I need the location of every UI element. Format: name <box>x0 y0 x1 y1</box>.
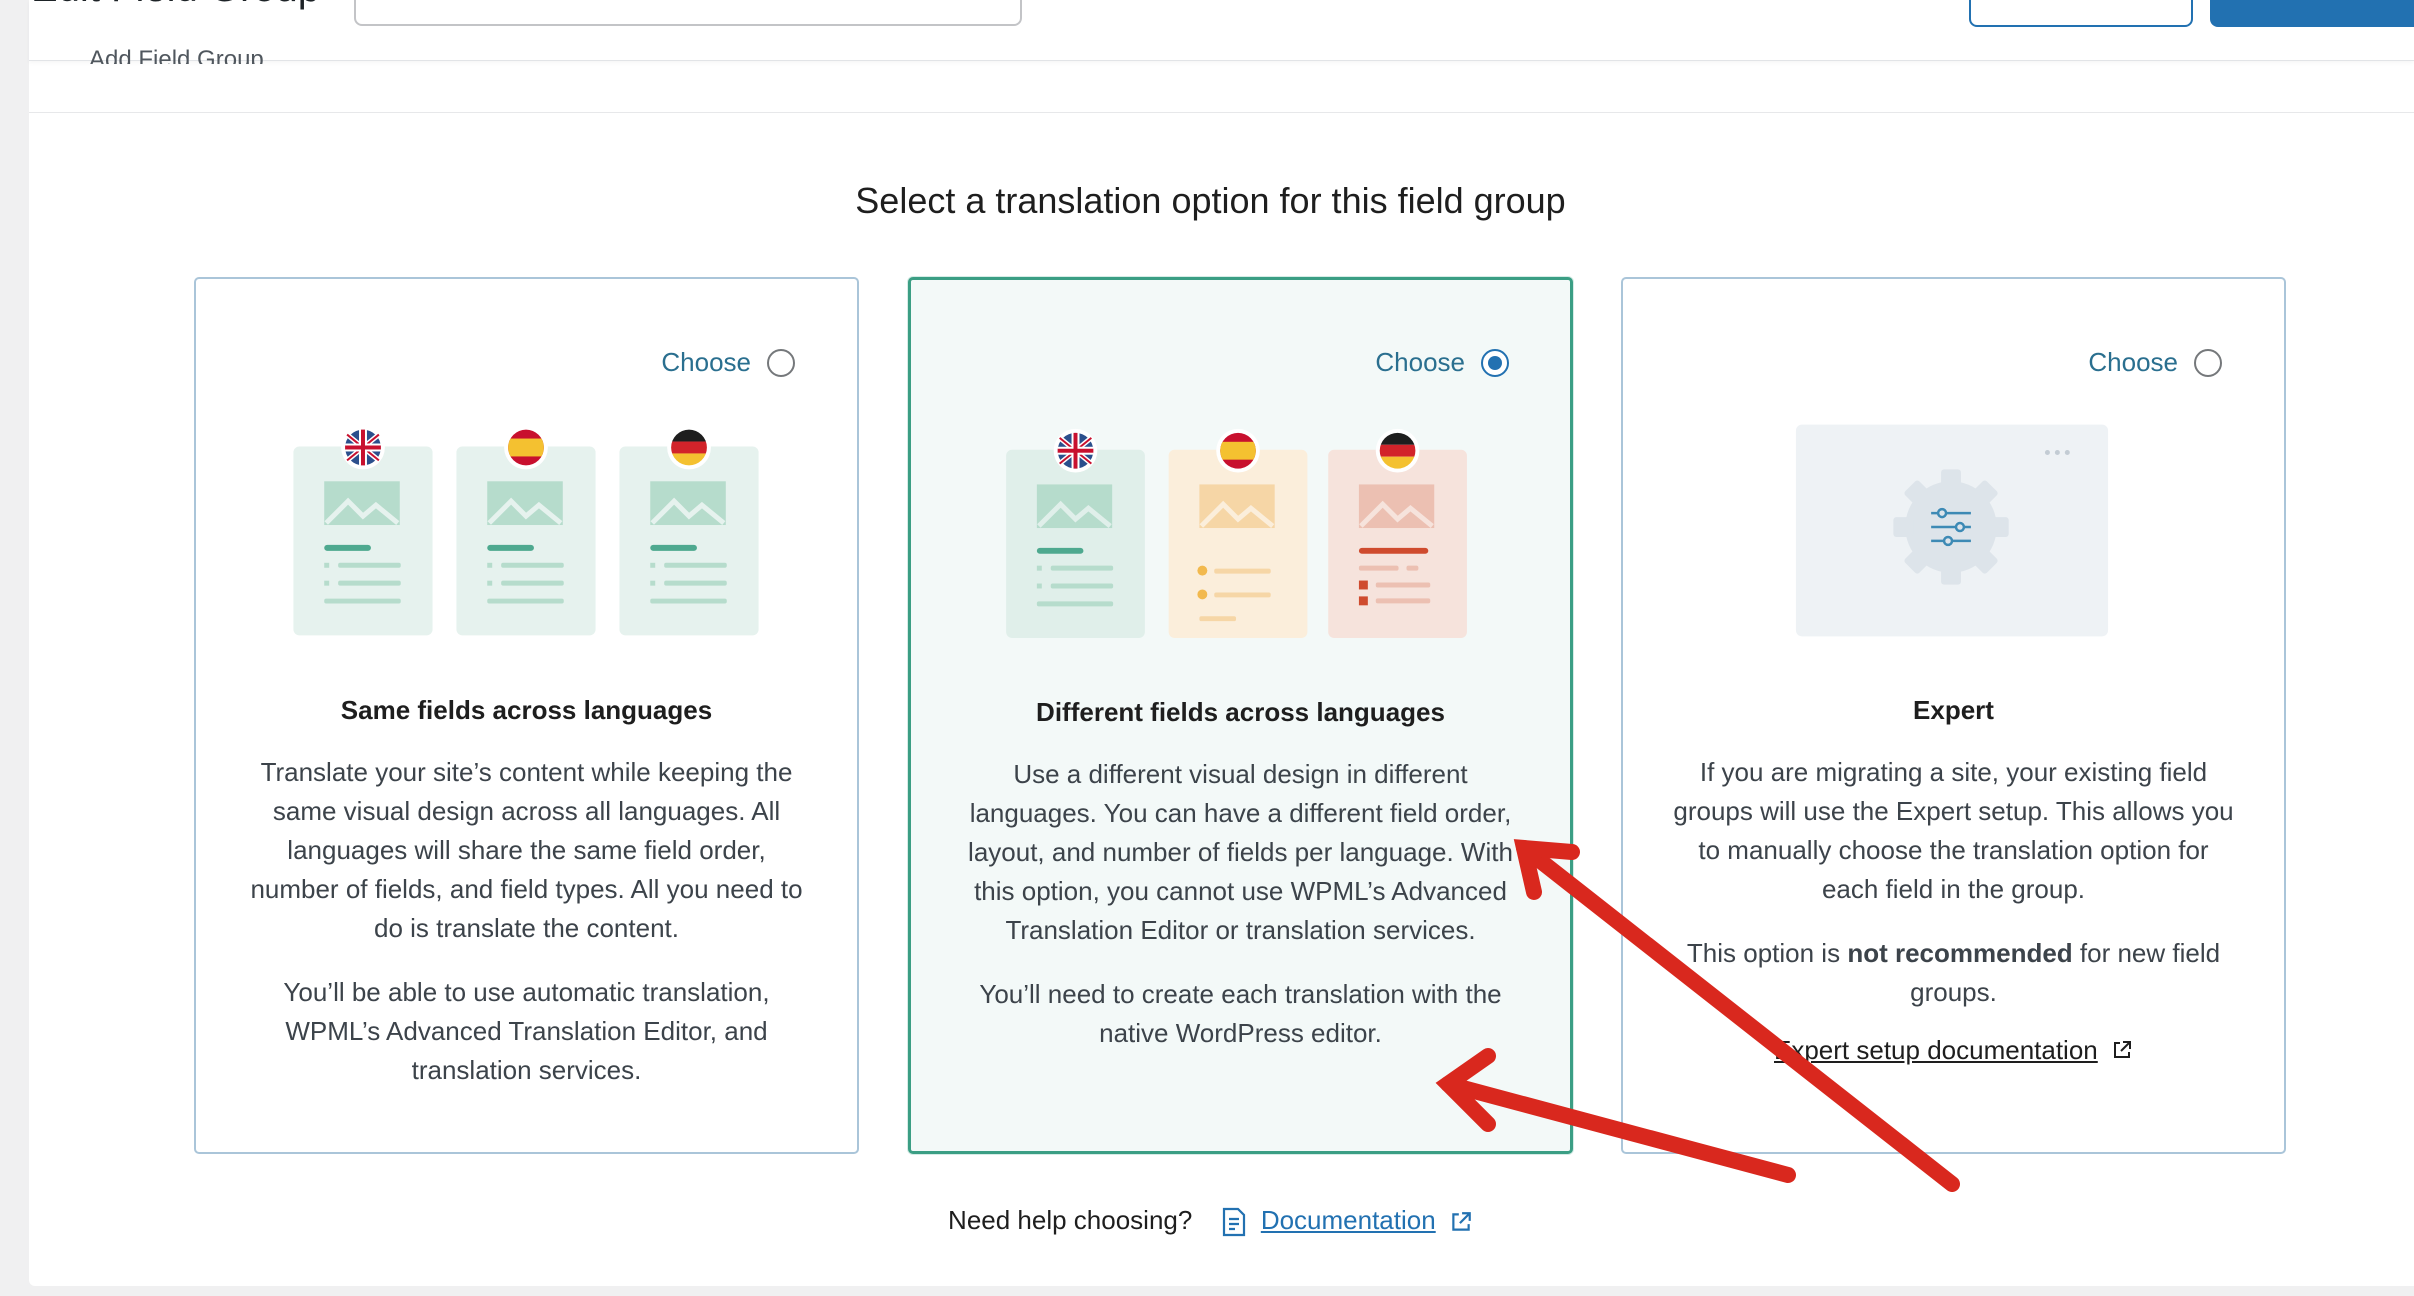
card-description: Translate your site’s content while keep… <box>246 753 807 1115</box>
card-title: Expert <box>1913 695 1994 725</box>
external-link-icon <box>1452 1212 1471 1231</box>
external-link-icon <box>2114 1041 2131 1058</box>
card-title: Same fields across languages <box>340 695 713 725</box>
radio-expert[interactable] <box>2194 348 2222 377</box>
card-paragraph: Translate your site’s content while keep… <box>250 757 803 943</box>
card-description: If you are migrating a site, your existi… <box>1673 753 2234 1095</box>
section-heading: Select a translation option for this fie… <box>855 180 1566 221</box>
option-card-expert[interactable]: Choose Expert If you are migrating a sit… <box>1621 277 2286 1154</box>
help-text: Need help choosing? <box>948 1205 1193 1235</box>
choose-label: Choose <box>2088 347 2178 377</box>
save-changes-button[interactable] <box>2210 0 2414 27</box>
documentation-link[interactable]: Documentation <box>1261 1205 1436 1235</box>
card-paragraph: If you are migrating a site, your existi… <box>1673 757 2234 904</box>
top-bar: Edit Field Group <box>29 0 2414 61</box>
card-description: Use a different visual design in differe… <box>959 755 1522 1078</box>
page-title: Edit Field Group <box>31 0 320 11</box>
choose-option[interactable]: Choose <box>2088 347 2222 378</box>
option-card-same-fields[interactable]: Choose Same fields across languages Tran… <box>194 277 859 1154</box>
card-note: This option is not recommended for new f… <box>1686 938 2221 1007</box>
field-group-title-input[interactable] <box>354 0 1022 26</box>
card-paragraph: Use a different visual design in differe… <box>968 759 1513 945</box>
card-paragraph: You’ll need to create each translation w… <box>979 979 1502 1048</box>
same-fields-illustration <box>293 425 759 636</box>
radio-same-fields[interactable] <box>767 348 795 377</box>
expert-setup-documentation-link[interactable]: Expert setup documentation <box>1774 1035 2098 1065</box>
gear-icon <box>1893 469 2009 585</box>
help-row: Need help choosing? Documentation <box>0 1205 2414 1237</box>
document-icon <box>1222 1208 1245 1237</box>
secondary-button[interactable] <box>1969 0 2193 27</box>
expert-illustration <box>1795 424 2109 637</box>
card-paragraph: You’ll be able to use automatic translat… <box>283 977 770 1085</box>
expert-doc-link-row: Expert setup documentation <box>1673 1031 2234 1070</box>
radio-different-fields[interactable] <box>1481 348 1509 377</box>
choose-option[interactable]: Choose <box>661 347 795 378</box>
divider <box>29 112 2414 113</box>
choose-label: Choose <box>661 347 751 377</box>
breadcrumb: Add Field Group <box>89 46 264 64</box>
choose-label: Choose <box>1375 347 1465 377</box>
choose-option[interactable]: Choose <box>1375 347 1509 378</box>
card-title: Different fields across languages <box>1036 697 1445 727</box>
option-card-different-fields[interactable]: Choose Different fields across languages… <box>908 277 1573 1154</box>
different-fields-illustration <box>1006 428 1467 639</box>
